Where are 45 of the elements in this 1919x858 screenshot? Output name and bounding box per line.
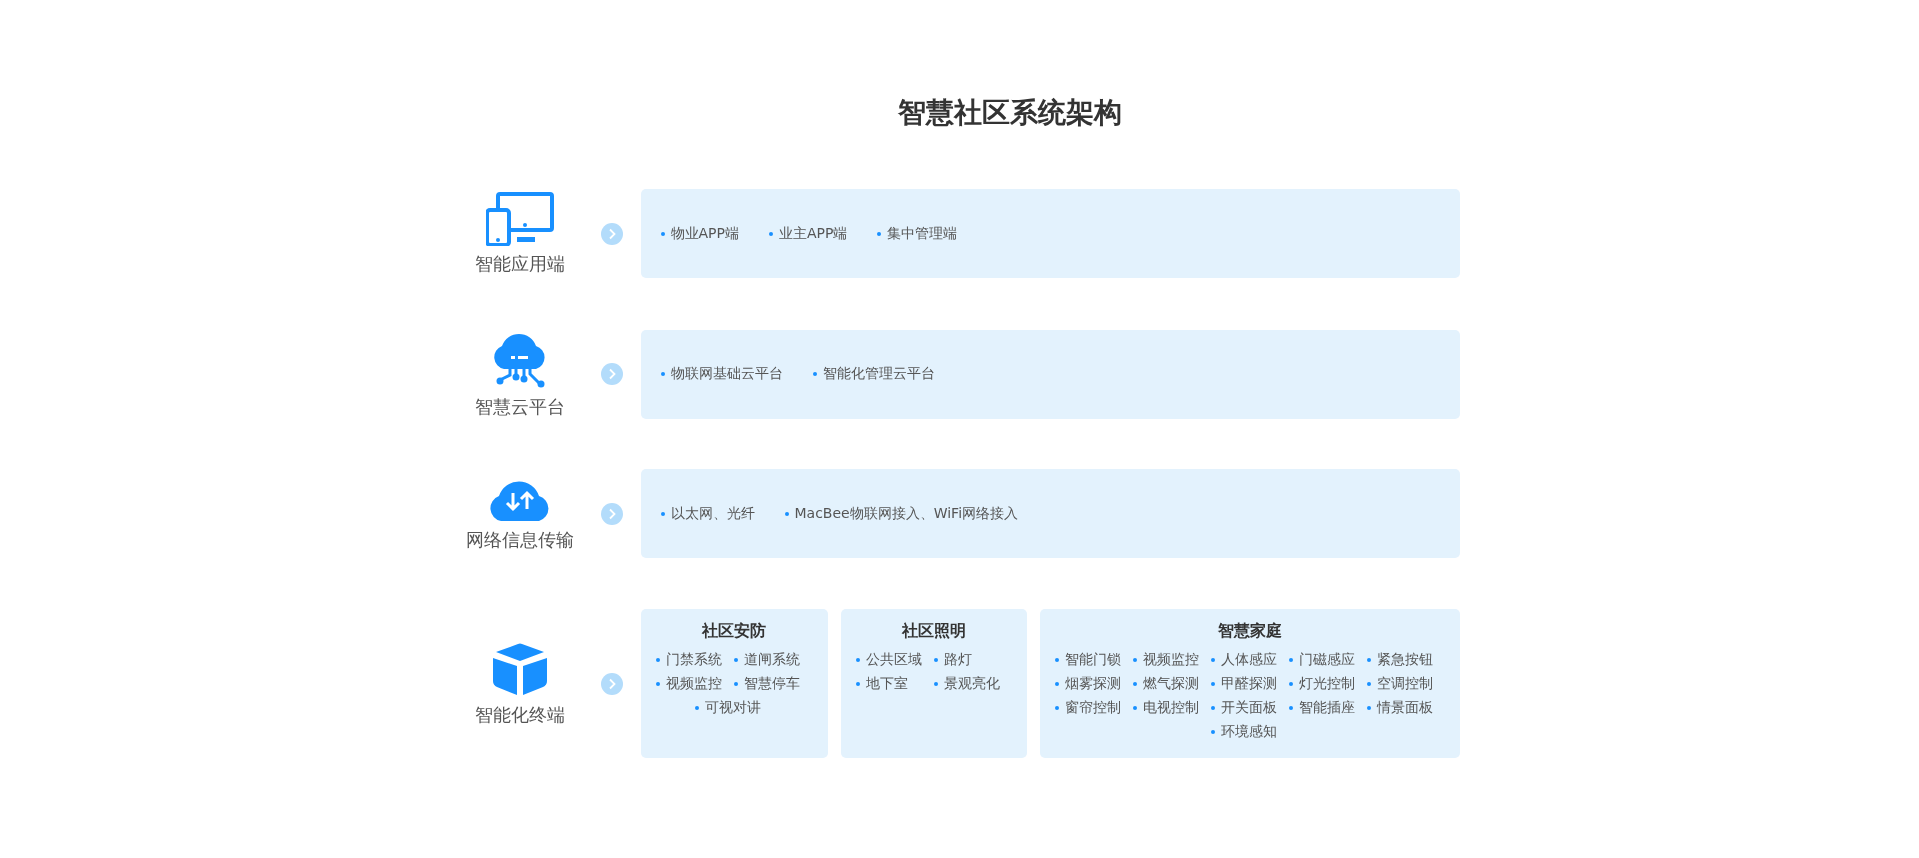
list-item: MacBee物联网接入、WiFi网络接入 — [784, 504, 1019, 523]
group-title: 智慧家庭 — [1216, 621, 1283, 642]
list-item: 环境感知 — [1210, 720, 1289, 744]
layer-label: 智能化终端 — [474, 702, 565, 727]
group-title: 社区照明 — [900, 621, 967, 642]
layer-label: 智慧云平台 — [474, 395, 565, 419]
list-item: 视频监控 — [656, 672, 734, 696]
list-item: 紧急按钮 — [1366, 648, 1445, 672]
list-item: 电视控制 — [1132, 696, 1211, 720]
chevron-icon — [600, 502, 623, 525]
list-item: 景观亮化 — [933, 672, 1012, 696]
list-item: 燃气探测 — [1132, 672, 1211, 696]
list-item: 门磁感应 — [1288, 648, 1367, 672]
list-item: 道闸系统 — [734, 648, 812, 672]
list-item: 可视对讲 — [695, 696, 773, 720]
group-title: 社区安防 — [701, 621, 767, 642]
chevron-icon — [600, 363, 623, 385]
list-item: 情景面板 — [1366, 696, 1445, 720]
list-item: 空调控制 — [1366, 672, 1445, 696]
list-item: 门禁系统 — [656, 648, 734, 672]
list-item: 集中管理端 — [877, 224, 958, 243]
list-item: 智慧停车 — [734, 672, 812, 696]
list-item: 智能门锁 — [1054, 648, 1133, 672]
list-item: 地下室 — [855, 672, 934, 696]
list-item: 窗帘控制 — [1054, 696, 1133, 720]
diagram-title: 智慧社区系统架构 — [896, 95, 1123, 131]
list-item: 甲醛探测 — [1210, 672, 1289, 696]
list-item: 灯光控制 — [1288, 672, 1367, 696]
list-item: 视频监控 — [1132, 648, 1211, 672]
list-item: 人体感应 — [1210, 648, 1289, 672]
list-item: 公共区域 — [855, 648, 934, 672]
layer-label: 智能应用端 — [474, 251, 565, 276]
chevron-icon — [600, 672, 623, 695]
list-item: 物业APP端 — [660, 224, 739, 243]
list-item: 开关面板 — [1210, 696, 1289, 720]
devices-icon — [485, 191, 554, 246]
layer-label: 网络信息传输 — [465, 527, 574, 552]
list-item: 以太网、光纤 — [660, 504, 755, 523]
list-item: 路灯 — [933, 648, 1012, 672]
list-item: 智能插座 — [1288, 696, 1367, 720]
list-item: 物联网基础云平台 — [660, 365, 783, 383]
list-item: 烟雾探测 — [1054, 672, 1133, 696]
list-item: 业主APP端 — [768, 224, 848, 243]
list-item: 智能化管理云平台 — [812, 365, 935, 383]
chevron-icon — [600, 222, 623, 245]
